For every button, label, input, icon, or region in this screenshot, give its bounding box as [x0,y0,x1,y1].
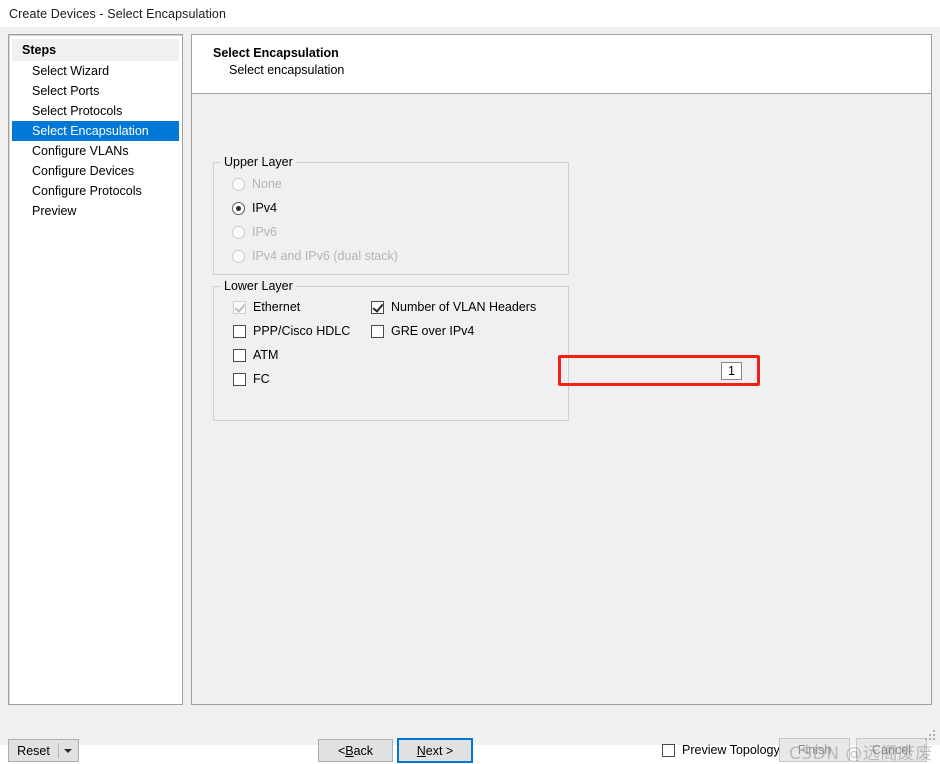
radio-ipv4-icon[interactable] [232,201,245,215]
radio-ipv6-label: IPv6 [252,225,278,239]
radio-row-none: None [232,177,282,191]
radio-none-icon [232,177,245,191]
back-button-prefix: < [337,743,346,758]
next-button[interactable]: Next > [397,738,473,763]
page-header-box: Select Encapsulation Select encapsulatio… [191,34,932,94]
reset-button[interactable]: Reset [8,739,59,762]
page-subtitle: Select encapsulation [229,63,345,77]
radio-dual-stack-label: IPv4 and IPv6 (dual stack) [252,249,398,263]
lower-layer-legend: Lower Layer [221,279,296,293]
radio-none-label: None [252,177,282,191]
preview-topology-row[interactable]: Preview Topology [662,743,780,757]
checkbox-row-atm[interactable]: ATM [233,348,278,362]
checkbox-fc-icon[interactable] [233,372,246,386]
checkbox-fc-label[interactable]: FC [253,372,270,386]
back-button[interactable]: < Back [318,739,393,762]
wizard-right-pane: Select Encapsulation Select encapsulatio… [191,34,932,705]
reset-dropdown-button[interactable] [58,739,79,762]
chevron-down-icon [64,748,72,753]
step-item-configure-devices[interactable]: Configure Devices [12,161,179,181]
checkbox-atm-icon[interactable] [233,348,246,362]
checkbox-number-of-vlan-headers-icon[interactable] [371,300,384,314]
checkbox-ppp-cisco-hdlc-label[interactable]: PPP/Cisco HDLC [253,324,350,338]
step-item-preview[interactable]: Preview [12,201,179,221]
checkbox-ethernet-label: Ethernet [253,300,301,314]
step-item-select-wizard[interactable]: Select Wizard [12,61,179,81]
checkbox-row-gre-over-ipv4[interactable]: GRE over IPv4 [371,324,474,338]
back-button-accel: B [345,743,354,758]
checkbox-preview-topology-icon[interactable] [662,743,675,757]
checkbox-row-number-of-vlan-headers[interactable]: Number of VLAN Headers [371,300,536,314]
checkbox-atm-label[interactable]: ATM [253,348,278,362]
checkbox-ethernet-icon [233,300,246,314]
checkbox-row-fc[interactable]: FC [233,372,270,386]
radio-row-dual-stack: IPv4 and IPv6 (dual stack) [232,249,398,263]
checkbox-row-ethernet: Ethernet [233,300,300,314]
checkbox-row-ppp-cisco-hdlc[interactable]: PPP/Cisco HDLC [233,324,350,338]
cancel-button[interactable]: Cancel [856,738,927,762]
upper-layer-legend: Upper Layer [221,155,296,169]
step-item-select-protocols[interactable]: Select Protocols [12,101,179,121]
next-button-suffix: ext > [425,743,454,758]
steps-header: Steps [12,39,179,61]
dialog-body: Steps Select Wizard Select Ports Select … [0,27,940,764]
finish-button[interactable]: Finish [779,738,850,762]
checkbox-gre-over-ipv4-label[interactable]: GRE over IPv4 [391,324,474,338]
back-button-suffix: ack [353,743,374,758]
next-button-accel: N [416,743,426,758]
step-item-select-ports[interactable]: Select Ports [12,81,179,101]
vlan-header-count-input[interactable]: 1 [721,362,742,380]
radio-ipv6-icon [232,225,245,239]
radio-dual-stack-icon [232,249,245,263]
lower-layer-group: Lower Layer Ethernet PPP/Cisco HDLC ATM … [213,279,569,421]
preview-topology-label[interactable]: Preview Topology [682,743,780,757]
radio-row-ipv4[interactable]: IPv4 [232,201,277,215]
step-item-configure-protocols[interactable]: Configure Protocols [12,181,179,201]
page-title: Select Encapsulation [213,46,339,60]
resize-grip-icon[interactable] [925,730,937,742]
step-item-select-encapsulation[interactable]: Select Encapsulation [12,121,179,141]
steps-panel: Steps Select Wizard Select Ports Select … [8,34,183,705]
radio-row-ipv6: IPv6 [232,225,277,239]
page-content-box: Upper Layer None IPv4 IPv6 IPv4 and IPv6… [191,94,932,705]
window-title: Create Devices - Select Encapsulation [9,6,226,21]
window-titlebar: Create Devices - Select Encapsulation [0,0,940,27]
radio-ipv4-label[interactable]: IPv4 [252,201,277,215]
checkbox-gre-over-ipv4-icon[interactable] [371,324,384,338]
upper-layer-group: Upper Layer None IPv4 IPv6 IPv4 and IPv6… [213,155,569,275]
checkbox-ppp-cisco-hdlc-icon[interactable] [233,324,246,338]
checkbox-number-of-vlan-headers-label[interactable]: Number of VLAN Headers [391,300,536,314]
step-item-configure-vlans[interactable]: Configure VLANs [12,141,179,161]
